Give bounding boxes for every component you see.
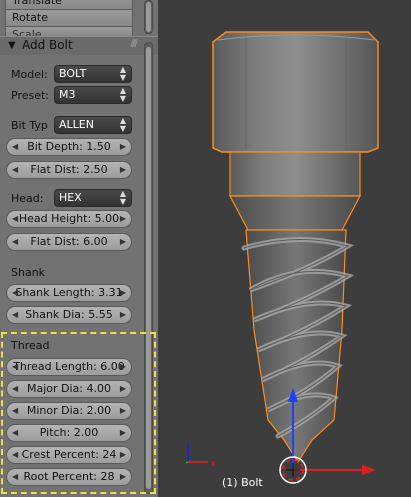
root-percent-field[interactable]: ◀ Root Percent: 28 ▶	[6, 468, 132, 486]
thread-section-label: Thread	[11, 339, 50, 352]
bit-depth-text: Bit Depth: 1.50	[27, 140, 111, 153]
view-axes-widget: x	[185, 444, 216, 468]
increment-arrow-icon[interactable]: ▶	[120, 425, 126, 441]
preset-select[interactable]: M3 ▲ ▼	[54, 86, 132, 104]
crest-percent-text: Crest Percent: 24	[21, 448, 117, 461]
bolt-head[interactable]	[212, 31, 379, 153]
decrement-arrow-icon[interactable]: ◀	[12, 139, 18, 155]
increment-arrow-icon[interactable]: ▶	[120, 139, 126, 155]
pitch-text: Pitch: 2.00	[39, 426, 99, 439]
shank-length-field[interactable]: ◀ Shank Length: 3.31 ▶	[6, 284, 132, 302]
increment-arrow-icon[interactable]: ▶	[120, 403, 126, 419]
3d-viewport[interactable]: x (1) Bolt	[158, 0, 411, 497]
bit-type-select[interactable]: ALLEN ▲ ▼	[54, 116, 132, 134]
model-select[interactable]: BOLT ▲ ▼	[54, 65, 132, 83]
panel-scrollbar-thumb[interactable]	[146, 47, 151, 489]
increment-arrow-icon[interactable]: ▶	[120, 211, 126, 227]
model-value: BOLT	[59, 67, 87, 80]
head-flat-dist-text: Flat Dist: 6.00	[30, 235, 108, 248]
decrement-arrow-icon[interactable]: ◀	[12, 359, 18, 375]
increment-arrow-icon[interactable]: ▶	[120, 381, 126, 397]
collapse-triangle-icon[interactable]: ▼	[8, 40, 16, 51]
major-dia-field[interactable]: ◀ Major Dia: 4.00 ▶	[6, 380, 132, 398]
increment-arrow-icon[interactable]: ▶	[120, 447, 126, 463]
decrement-arrow-icon[interactable]: ◀	[12, 234, 18, 250]
updown-arrows-icon: ▲ ▼	[119, 116, 126, 133]
increment-arrow-icon[interactable]: ▶	[120, 285, 126, 301]
head-value: HEX	[59, 191, 82, 204]
increment-arrow-icon[interactable]: ▶	[120, 162, 126, 178]
bolt-collar[interactable]	[229, 151, 361, 231]
x-axis-arrow-icon[interactable]	[362, 465, 376, 475]
increment-arrow-icon[interactable]: ▶	[120, 307, 126, 323]
viewport-canvas: x	[185, 31, 379, 484]
hex-head-shape	[212, 31, 379, 153]
thread-length-text: Thread Length: 6.00	[13, 360, 125, 373]
add-bolt-title: Add Bolt	[22, 38, 73, 52]
minor-dia-text: Minor Dia: 2.00	[26, 404, 112, 417]
head-select[interactable]: HEX ▲ ▼	[54, 189, 132, 207]
top-scrollbar[interactable]	[144, 0, 153, 34]
shank-dia-field[interactable]: ◀ Shank Dia: 5.55 ▶	[6, 306, 132, 324]
root-percent-text: Root Percent: 28	[23, 470, 115, 483]
model-label: Model:	[11, 68, 48, 81]
decrement-arrow-icon[interactable]: ◀	[12, 425, 18, 441]
top-scrollbar-thumb[interactable]	[146, 2, 151, 32]
decrement-arrow-icon[interactable]: ◀	[12, 447, 18, 463]
decrement-arrow-icon[interactable]: ◀	[12, 211, 18, 227]
bit-flat-dist-text: Flat Dist: 2.50	[30, 163, 108, 176]
crest-percent-field[interactable]: ◀ Crest Percent: 24 ▶	[6, 446, 132, 464]
bit-depth-field[interactable]: ◀ Bit Depth: 1.50 ▶	[6, 138, 132, 156]
updown-arrows-icon: ▲ ▼	[119, 65, 126, 82]
drag-grip-icon[interactable]: ////	[131, 38, 139, 49]
increment-arrow-icon[interactable]: ▶	[120, 359, 126, 375]
active-object-label: (1) Bolt	[222, 476, 263, 489]
decrement-arrow-icon[interactable]: ◀	[12, 381, 18, 397]
updown-arrows-icon: ▲ ▼	[119, 189, 126, 206]
shank-section-label: Shank	[11, 266, 46, 279]
pitch-field[interactable]: ◀ Pitch: 2.00 ▶	[6, 424, 132, 442]
shank-length-text: Shank Length: 3.31	[15, 286, 123, 299]
rotate-button[interactable]: Rotate	[5, 9, 133, 27]
bit-type-value: ALLEN	[59, 118, 94, 131]
shank-dia-text: Shank Dia: 5.55	[25, 308, 113, 321]
decrement-arrow-icon[interactable]: ◀	[12, 285, 18, 301]
increment-arrow-icon[interactable]: ▶	[120, 469, 126, 485]
tool-shelf-panel: Translate Rotate Scale ▼ Add Bolt //// M…	[0, 0, 159, 497]
svg-text:x: x	[211, 459, 216, 468]
preset-value: M3	[59, 88, 76, 101]
updown-arrows-icon: ▲ ▼	[119, 86, 126, 103]
minor-dia-field[interactable]: ◀ Minor Dia: 2.00 ▶	[6, 402, 132, 420]
bit-flat-dist-field[interactable]: ◀ Flat Dist: 2.50 ▶	[6, 161, 132, 179]
decrement-arrow-icon[interactable]: ◀	[12, 307, 18, 323]
add-bolt-panel-header[interactable]: ▼ Add Bolt ////	[0, 36, 158, 55]
head-height-text: Head Height: 5.00	[18, 212, 120, 225]
decrement-arrow-icon[interactable]: ◀	[12, 403, 18, 419]
decrement-arrow-icon[interactable]: ◀	[12, 162, 18, 178]
thread-length-field[interactable]: ◀ Thread Length: 6.00 ▶	[6, 358, 132, 376]
major-dia-text: Major Dia: 4.00	[27, 382, 111, 395]
panel-scrollbar[interactable]	[144, 42, 153, 494]
head-flat-dist-field[interactable]: ◀ Flat Dist: 6.00 ▶	[6, 233, 132, 251]
bit-type-label: Bit Typ	[11, 119, 48, 132]
bolt-thread[interactable]	[241, 229, 355, 464]
head-height-field[interactable]: ◀ Head Height: 5.00 ▶	[6, 210, 132, 228]
head-label: Head:	[11, 192, 44, 205]
decrement-arrow-icon[interactable]: ◀	[12, 469, 18, 485]
increment-arrow-icon[interactable]: ▶	[120, 234, 126, 250]
preset-label: Preset:	[11, 89, 50, 102]
